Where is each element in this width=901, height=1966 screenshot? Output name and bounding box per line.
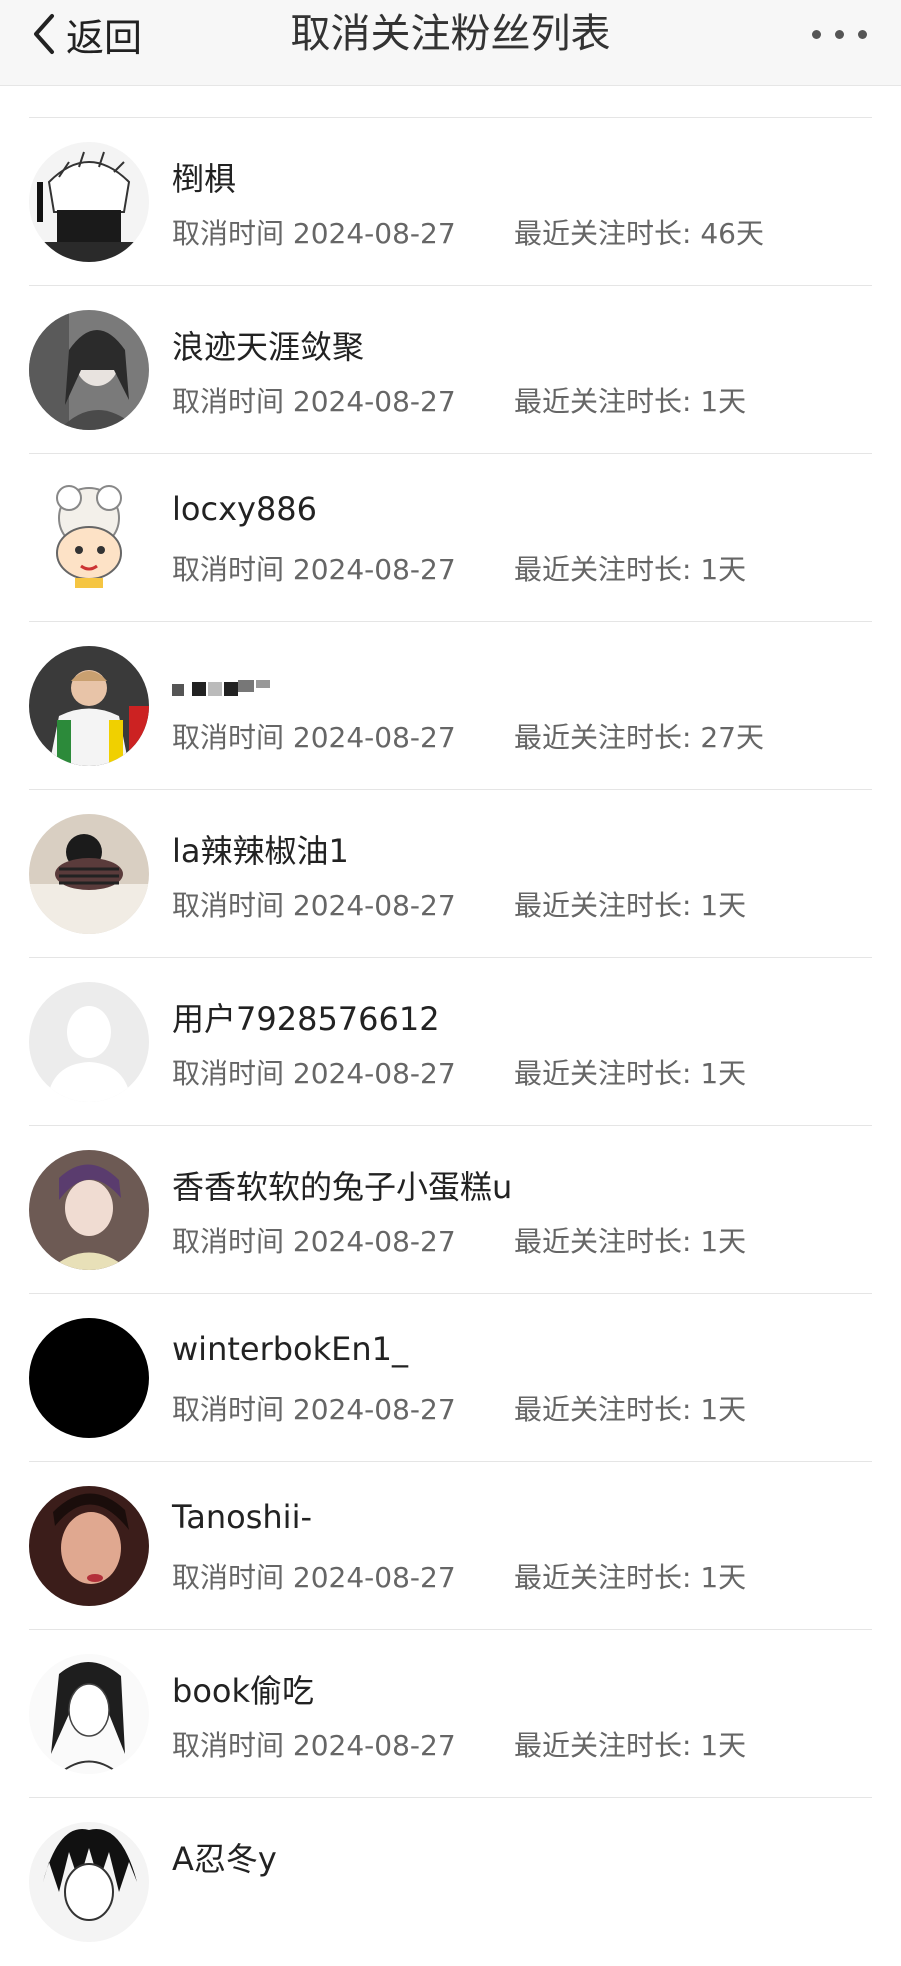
list-item[interactable]: Tanoshii- 取消时间 2024-08-27 最近关注时长: 1天 — [29, 1462, 872, 1630]
user-name[interactable]: locxy886 — [172, 490, 317, 528]
row-meta: 取消时间 2024-08-27 最近关注时长: 1天 — [172, 380, 746, 420]
cancel-date: 2024-08-27 — [292, 1729, 456, 1762]
avatar[interactable] — [29, 310, 149, 430]
row-meta: 取消时间 2024-08-27 最近关注时长: 1天 — [172, 1388, 746, 1428]
user-name-redacted[interactable] — [172, 670, 282, 708]
cancel-time-label: 取消时间 — [172, 1561, 285, 1594]
follow-duration: 最近关注时长: 1天 — [514, 1561, 747, 1594]
cancel-date: 2024-08-27 — [292, 721, 456, 754]
cancel-time-label: 取消时间 — [172, 217, 285, 250]
avatar[interactable] — [29, 982, 149, 1102]
cancel-time-label: 取消时间 — [172, 553, 285, 586]
row-meta: 取消时间 2024-08-27 最近关注时长: 1天 — [172, 1556, 746, 1596]
follow-duration: 最近关注时长: 1天 — [514, 1729, 747, 1762]
redacted-block — [172, 680, 270, 696]
page-title: 取消关注粉丝列表 — [290, 11, 611, 57]
cancel-date: 2024-08-27 — [292, 1561, 456, 1594]
list-item[interactable]: book偷吃 取消时间 2024-08-27 最近关注时长: 1天 — [29, 1630, 872, 1798]
cancel-date: 2024-08-27 — [292, 889, 456, 922]
user-name[interactable]: winterbokEn1_ — [172, 1330, 408, 1368]
more-dot-icon — [858, 29, 867, 39]
row-meta: 取消时间 2024-08-27 最近关注时长: 1天 — [172, 1220, 746, 1260]
avatar[interactable] — [29, 1318, 149, 1438]
list-item[interactable]: 椡椇 取消时间 2024-08-27 最近关注时长: 46天 — [29, 118, 872, 286]
cancel-time-label: 取消时间 — [172, 1729, 285, 1762]
cancel-time-label: 取消时间 — [172, 385, 285, 418]
avatar[interactable] — [29, 1654, 149, 1774]
row-meta: 取消时间 2024-08-27 最近关注时长: 1天 — [172, 884, 746, 924]
user-name[interactable]: 用户7928576612 — [172, 994, 440, 1040]
list-item[interactable]: winterbokEn1_ 取消时间 2024-08-27 最近关注时长: 1天 — [29, 1294, 872, 1462]
avatar[interactable] — [29, 1486, 149, 1606]
cancel-time-label: 取消时间 — [172, 721, 285, 754]
follow-duration: 最近关注时长: 27天 — [514, 721, 764, 754]
cancel-time-label: 取消时间 — [172, 889, 285, 922]
user-name[interactable]: la辣辣椒油1 — [172, 826, 349, 872]
row-meta: 取消时间 2024-08-27 最近关注时长: 27天 — [172, 716, 764, 756]
follow-duration: 最近关注时长: 1天 — [514, 889, 747, 922]
cancel-time-label: 取消时间 — [172, 1225, 285, 1258]
list-item[interactable]: la辣辣椒油1 取消时间 2024-08-27 最近关注时长: 1天 — [29, 790, 872, 958]
avatar[interactable] — [29, 1822, 149, 1942]
cancel-time-label: 取消时间 — [172, 1057, 285, 1090]
follow-duration: 最近关注时长: 1天 — [514, 553, 747, 586]
list-item[interactable]: 香香软软的兔子小蛋糕u 取消时间 2024-08-27 最近关注时长: 1天 — [29, 1126, 872, 1294]
row-meta: 取消时间 2024-08-27 最近关注时长: 46天 — [172, 212, 764, 252]
row-meta: 取消时间 2024-08-27 最近关注时长: 1天 — [172, 1052, 746, 1092]
cancel-date: 2024-08-27 — [292, 1057, 456, 1090]
more-dot-icon — [835, 29, 844, 39]
user-name[interactable]: 椡椇 — [172, 154, 236, 200]
follow-duration: 最近关注时长: 1天 — [514, 1225, 747, 1258]
cancel-date: 2024-08-27 — [292, 385, 456, 418]
cancel-date: 2024-08-27 — [292, 1393, 456, 1426]
follow-duration: 最近关注时长: 1天 — [514, 385, 747, 418]
list-item[interactable]: 用户7928576612 取消时间 2024-08-27 最近关注时长: 1天 — [29, 958, 872, 1126]
list-item[interactable]: locxy886 取消时间 2024-08-27 最近关注时长: 1天 — [29, 454, 872, 622]
cancel-date: 2024-08-27 — [292, 217, 456, 250]
more-button[interactable] — [812, 14, 867, 54]
avatar[interactable] — [29, 1150, 149, 1270]
follow-duration: 最近关注时长: 1天 — [514, 1057, 747, 1090]
avatar[interactable] — [29, 814, 149, 934]
user-name[interactable]: book偷吃 — [172, 1666, 314, 1712]
avatar[interactable] — [29, 142, 149, 262]
user-name[interactable]: Tanoshii- — [172, 1498, 312, 1536]
user-name[interactable]: A忍冬y — [172, 1834, 277, 1880]
user-name[interactable]: 香香软软的兔子小蛋糕u — [172, 1162, 512, 1208]
cancel-date: 2024-08-27 — [292, 553, 456, 586]
avatar[interactable] — [29, 646, 149, 766]
more-dot-icon — [812, 29, 821, 39]
list-item[interactable]: 浪迹天涯敛聚 取消时间 2024-08-27 最近关注时长: 1天 — [29, 286, 872, 454]
row-meta: 取消时间 2024-08-27 最近关注时长: 1天 — [172, 548, 746, 588]
list-item[interactable]: A忍冬y — [29, 1798, 872, 1966]
cancel-time-label: 取消时间 — [172, 1393, 285, 1426]
cancel-date: 2024-08-27 — [292, 1225, 456, 1258]
list-item[interactable]: 取消时间 2024-08-27 最近关注时长: 27天 — [29, 622, 872, 790]
follow-duration: 最近关注时长: 46天 — [514, 217, 764, 250]
user-name[interactable]: 浪迹天涯敛聚 — [172, 322, 364, 368]
row-meta: 取消时间 2024-08-27 最近关注时长: 1天 — [172, 1724, 746, 1764]
follow-duration: 最近关注时长: 1天 — [514, 1393, 747, 1426]
avatar[interactable] — [29, 478, 149, 598]
navigation-bar: 返回 取消关注粉丝列表 — [0, 0, 901, 86]
